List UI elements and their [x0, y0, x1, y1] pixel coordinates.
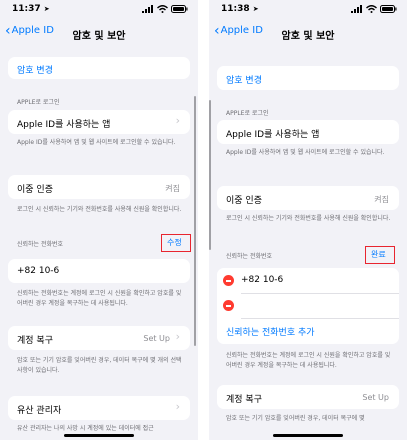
legacy-contact-row[interactable]: 유산 관리자 ›	[8, 396, 190, 420]
phone-screen-before: 11:37 ➤ ‹ Apple ID 암호 및 보안 암호 변경 APPLE로 …	[0, 0, 198, 440]
recovery-note: 암호 또는 기기 암호를 잊어버린 경우, 데이터 복구에 몇 개의 선택 사항…	[17, 357, 182, 374]
apps-using-apple-id-row[interactable]: Apple ID를 사용하는 앱 ›	[8, 110, 190, 134]
apple-login-header: APPLE로 로그인	[17, 99, 60, 106]
cellular-signal-icon	[142, 5, 153, 13]
battery-icon	[380, 5, 397, 13]
trusted-phone-row: +82 10-6	[8, 259, 190, 283]
edit-button[interactable]: 수정	[167, 237, 182, 248]
divider	[241, 318, 399, 319]
wifi-icon	[157, 5, 168, 13]
two-factor-row[interactable]: 이중 인증 켜짐	[217, 186, 399, 210]
scrollbar[interactable]	[209, 100, 211, 250]
trusted-numbers-header: 신뢰하는 전화번호	[226, 253, 273, 260]
done-button[interactable]: 완료	[371, 249, 386, 260]
two-factor-status: 켜짐	[165, 184, 180, 193]
legacy-contact-label: 유산 관리자	[17, 406, 62, 416]
change-password-label: 암호 변경	[17, 66, 53, 76]
status-bar: 11:38 ➤	[209, 0, 407, 20]
delete-minus-icon[interactable]	[223, 300, 234, 311]
two-factor-row[interactable]: 이중 인증 켜짐	[8, 175, 190, 199]
location-arrow-icon: ➤	[43, 5, 50, 13]
trusted-phone-number: +82 10-6	[241, 275, 284, 285]
apps-using-apple-id-row[interactable]: Apple ID를 사용하는 앱	[217, 120, 399, 144]
add-trusted-number-button[interactable]: 신뢰하는 전화번호 추가	[226, 325, 390, 338]
page-title: 암호 및 보안	[72, 31, 126, 42]
chevron-right-icon: ›	[175, 114, 180, 127]
chevron-right-icon: ›	[175, 400, 180, 413]
account-recovery-status: Set Up	[362, 393, 389, 402]
trusted-numbers-header: 신뢰하는 전화번호	[17, 241, 64, 248]
two-factor-note: 로그인 시 신뢰하는 기기와 전화번호를 사용해 신원을 확인합니다.	[226, 215, 391, 222]
change-password-button[interactable]: 암호 변경	[217, 66, 399, 90]
home-indicator	[273, 434, 343, 437]
two-factor-note: 로그인 시 신뢰하는 기기와 전화번호를 사용해 신원을 확인합니다.	[17, 206, 182, 213]
two-factor-label: 이중 인증	[17, 185, 53, 195]
account-recovery-status: Set Up	[143, 334, 170, 343]
status-time: 11:38	[221, 4, 250, 14]
apps-note: Apple ID를 사용하여 앱 및 웹 사이트에 로그인할 수 있습니다.	[226, 149, 385, 156]
location-arrow-icon: ➤	[252, 5, 259, 13]
legacy-note: 유산 관리자는 나의 사망 시 계정에 있는 데이터에 접근	[17, 425, 154, 432]
two-factor-label: 이중 인증	[226, 196, 262, 206]
trusted-phone-list: +82 10-6 신뢰하는 전화번호 추가	[217, 268, 399, 344]
status-bar: 11:37 ➤	[0, 0, 198, 20]
change-password-button[interactable]: 암호 변경	[8, 57, 190, 79]
apple-login-header: APPLE로 로그인	[226, 110, 269, 117]
change-password-label: 암호 변경	[226, 76, 262, 86]
apps-using-apple-id-label: Apple ID를 사용하는 앱	[226, 130, 320, 140]
divider	[241, 293, 399, 294]
home-indicator	[64, 434, 134, 437]
status-time: 11:37	[12, 4, 41, 14]
apps-note: Apple ID를 사용하여 앱 및 웹 사이트에 로그인할 수 있습니다.	[17, 139, 176, 146]
recovery-note: 암호 또는 기기 암호를 잊어버린 경우, 데이터 복구에 몇	[226, 415, 365, 422]
chevron-right-icon: ›	[175, 330, 180, 343]
wifi-icon	[366, 5, 377, 13]
phone-screen-after: 11:38 ➤ ‹ Apple ID 암호 및 보안 암호 변경 APPLE로 …	[209, 0, 407, 440]
account-recovery-row[interactable]: 계정 복구 Set Up ›	[8, 326, 190, 350]
account-recovery-row[interactable]: 계정 복구 Set Up	[217, 385, 399, 409]
two-factor-status: 켜짐	[374, 195, 389, 204]
apps-using-apple-id-label: Apple ID를 사용하는 앱	[17, 120, 111, 130]
battery-icon	[171, 5, 188, 13]
phone-note: 신뢰하는 전화번호는 계정에 로그인 시 신원을 확인하고 암호를 잊어버린 경…	[226, 352, 391, 369]
phone-note: 신뢰하는 전화번호는 계정에 로그인 시 신원을 확인하고 암호를 잊어버린 경…	[17, 290, 182, 307]
page-title: 암호 및 보안	[281, 31, 335, 42]
cellular-signal-icon	[351, 5, 362, 13]
navigation-bar: ‹ Apple ID 암호 및 보안	[209, 22, 407, 44]
navigation-bar: ‹ Apple ID 암호 및 보안	[0, 22, 198, 44]
delete-minus-icon[interactable]	[223, 275, 234, 286]
scrollbar[interactable]	[194, 96, 196, 346]
trusted-phone-number: +82 10-6	[17, 266, 60, 276]
